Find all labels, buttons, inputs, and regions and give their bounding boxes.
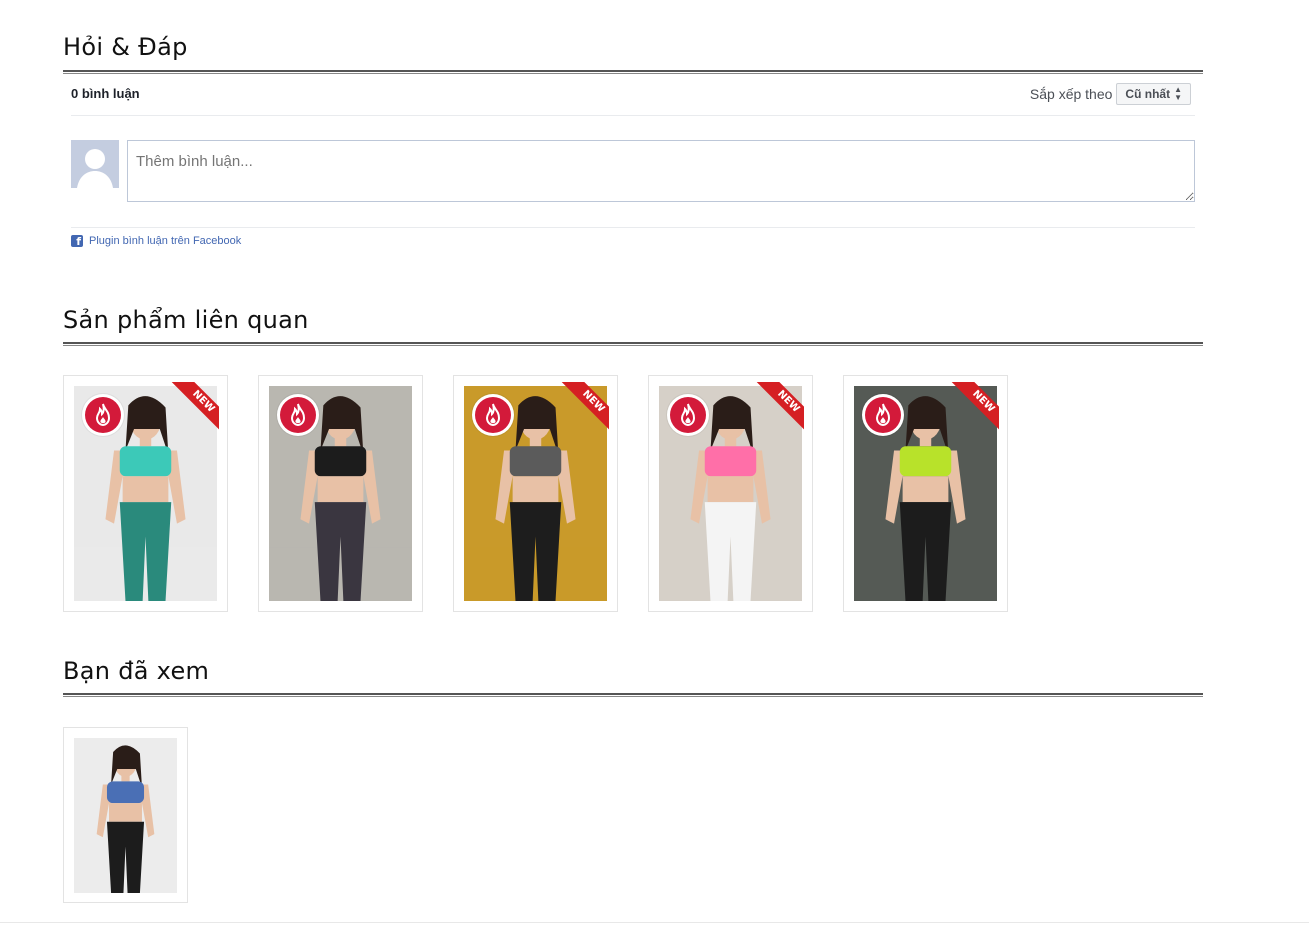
viewed-product-card[interactable] bbox=[63, 727, 188, 903]
sort-label: Sắp xếp theo bbox=[1029, 86, 1113, 102]
new-ribbon-label: NEW bbox=[169, 382, 219, 432]
viewed-section-title: Bạn đã xem bbox=[63, 657, 210, 685]
qa-title-divider bbox=[63, 70, 1203, 74]
comment-count: 0 bình luận bbox=[71, 86, 140, 101]
viewed-title-divider bbox=[63, 693, 1203, 697]
comments-header: 0 bình luận Sắp xếp theo Cũ nhất ▲ ▼ bbox=[71, 80, 1195, 116]
new-ribbon-label: NEW bbox=[949, 382, 999, 432]
avatar bbox=[71, 140, 119, 188]
new-ribbon-label: NEW bbox=[754, 382, 804, 432]
fire-icon-graphic bbox=[680, 403, 696, 427]
related-title-divider bbox=[63, 342, 1203, 346]
related-section-title: Sản phẩm liên quan bbox=[63, 306, 309, 334]
hot-badge bbox=[472, 394, 514, 436]
hot-badge bbox=[82, 394, 124, 436]
facebook-icon: f bbox=[71, 235, 83, 248]
related-product-card[interactable]: NEW bbox=[843, 375, 1008, 612]
sort-control: Sắp xếp theo Cũ nhất ▲ ▼ bbox=[1030, 83, 1191, 105]
related-product-card[interactable] bbox=[258, 375, 423, 612]
default-avatar-icon bbox=[71, 140, 119, 188]
new-ribbon-label: NEW bbox=[559, 382, 609, 432]
product-image bbox=[74, 738, 177, 893]
sort-select-value: Cũ nhất bbox=[1125, 87, 1171, 101]
related-product-card[interactable]: NEW bbox=[648, 375, 813, 612]
plugin-label: Plugin bình luận trên Facebook bbox=[89, 235, 242, 247]
fire-icon-graphic bbox=[875, 403, 891, 427]
fire-icon bbox=[280, 397, 316, 433]
new-ribbon: NEW bbox=[169, 382, 219, 432]
related-product-card[interactable]: NEW bbox=[63, 375, 228, 612]
comment-input[interactable] bbox=[127, 140, 1195, 202]
fire-icon-graphic bbox=[95, 403, 111, 427]
new-ribbon: NEW bbox=[754, 382, 804, 432]
hot-badge bbox=[862, 394, 904, 436]
sort-select[interactable]: Cũ nhất ▲ ▼ bbox=[1116, 83, 1191, 105]
fire-icon bbox=[865, 397, 901, 433]
fire-icon-graphic bbox=[290, 403, 306, 427]
fire-icon-graphic bbox=[485, 403, 501, 427]
new-ribbon: NEW bbox=[949, 382, 999, 432]
new-ribbon: NEW bbox=[559, 382, 609, 432]
fire-icon bbox=[85, 397, 121, 433]
footer-divider bbox=[0, 922, 1309, 923]
product-photo bbox=[74, 738, 177, 893]
facebook-comments-widget: 0 bình luận Sắp xếp theo Cũ nhất ▲▼ f Pl… bbox=[71, 80, 1195, 248]
hot-badge bbox=[667, 394, 709, 436]
fire-icon bbox=[475, 397, 511, 433]
fire-icon bbox=[670, 397, 706, 433]
qa-section-title: Hỏi & Đáp bbox=[63, 33, 188, 61]
hot-badge bbox=[277, 394, 319, 436]
comment-compose bbox=[71, 116, 1195, 228]
sort-arrows-icon: ▲ ▼ bbox=[1174, 85, 1182, 102]
facebook-plugin-link[interactable]: f Plugin bình luận trên Facebook bbox=[71, 235, 242, 248]
related-product-card[interactable]: NEW bbox=[453, 375, 618, 612]
